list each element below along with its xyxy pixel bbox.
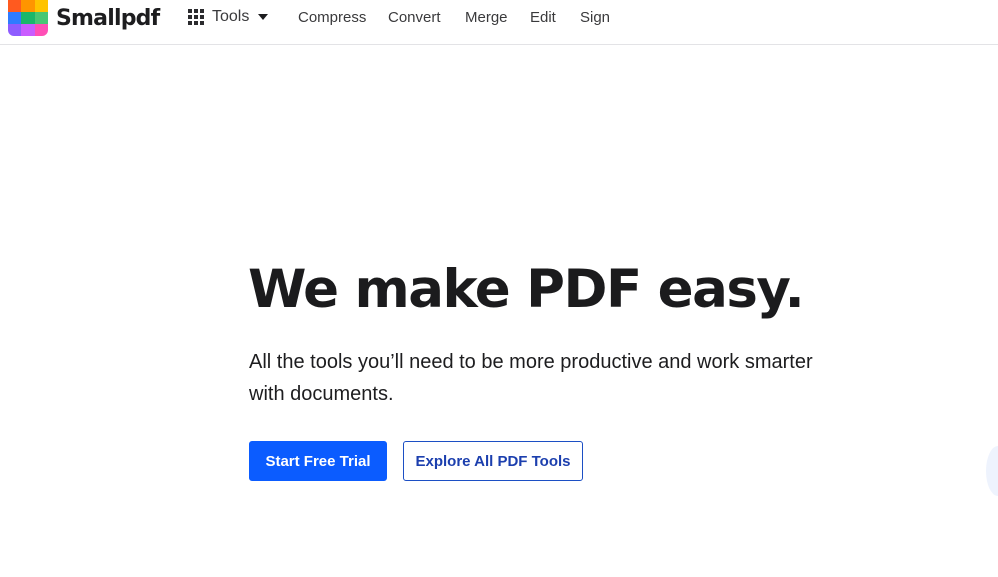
grid-icon <box>188 8 204 25</box>
tools-label: Tools <box>212 7 250 25</box>
smallpdf-logo-icon <box>8 0 48 36</box>
nav-compress[interactable]: Compress <box>298 0 366 34</box>
logo-tile <box>21 12 35 24</box>
hero-title: We make PDF easy. <box>248 259 805 320</box>
smallpdf-logo-link[interactable]: Smallpdf <box>8 0 160 36</box>
brand-name: Smallpdf <box>56 5 160 31</box>
nav-convert[interactable]: Convert <box>388 0 441 34</box>
logo-tile <box>21 0 35 12</box>
logo-tile <box>8 0 22 12</box>
logo-tile <box>8 24 22 36</box>
tools-menu-button[interactable]: Tools <box>188 0 269 33</box>
logo-tile <box>34 24 48 36</box>
hero-subtitle: All the tools you’ll need to be more pro… <box>249 351 813 405</box>
explore-pdf-tools-button[interactable]: Explore All PDF Tools <box>403 441 583 481</box>
top-navbar: Smallpdf Tools Compress Convert Merge Ed… <box>0 0 998 45</box>
logo-tile <box>8 12 22 24</box>
nav-sign[interactable]: Sign <box>580 0 610 34</box>
start-free-trial-button[interactable]: Start Free Trial <box>249 441 387 481</box>
nav-merge[interactable]: Merge <box>465 0 508 34</box>
decorative-shape <box>986 446 998 496</box>
nav-edit[interactable]: Edit <box>530 0 556 34</box>
logo-tile <box>34 12 48 24</box>
logo-tile <box>21 24 35 36</box>
caret-down-icon <box>258 13 269 20</box>
logo-tile <box>34 0 48 12</box>
